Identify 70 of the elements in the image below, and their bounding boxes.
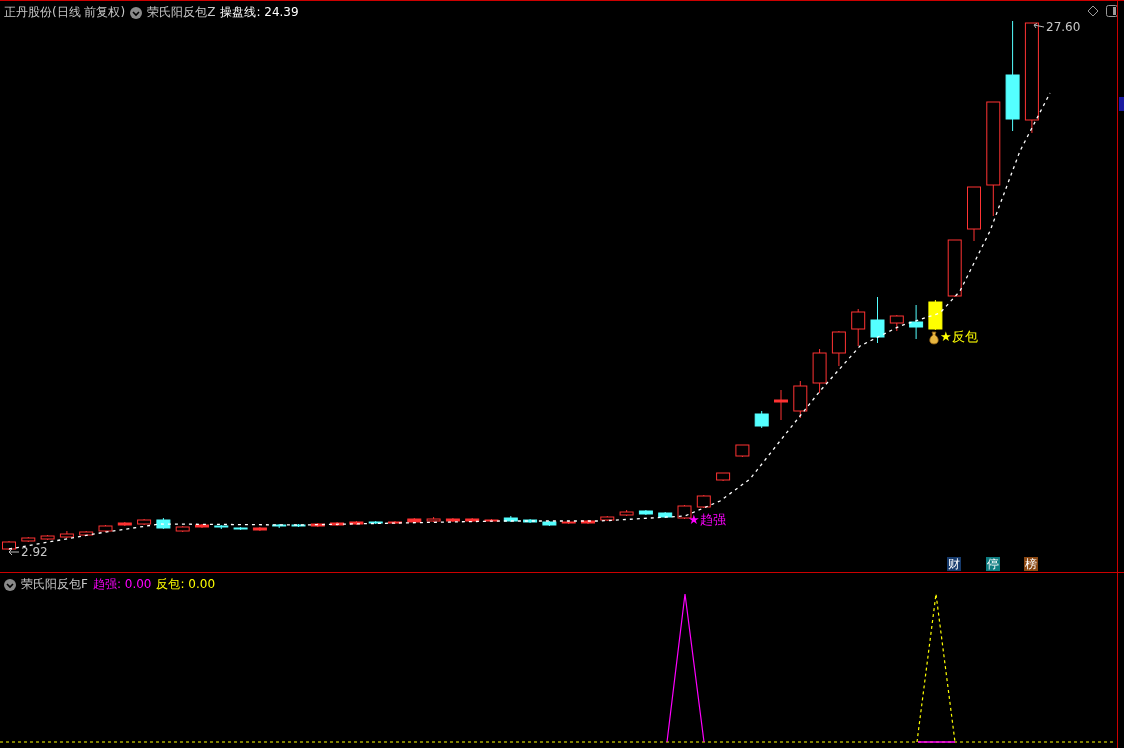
- candlestick: [21, 536, 36, 543]
- dropdown-icon[interactable]: [130, 6, 143, 19]
- candlestick: [40, 534, 55, 541]
- candlestick: [233, 526, 248, 531]
- candlestick: [542, 520, 557, 527]
- money-bag-icon: [928, 331, 940, 345]
- candlestick: [793, 380, 808, 419]
- candlestick: [600, 515, 615, 522]
- candlestick: [619, 509, 634, 517]
- candlestick: [716, 472, 731, 482]
- scale-marker: [1119, 97, 1124, 111]
- diamond-icon[interactable]: [1087, 5, 1099, 17]
- candlestick: [928, 299, 943, 331]
- low-price-label: 2.92: [21, 545, 48, 559]
- candlestick: [117, 521, 132, 527]
- high-price-label: 27.60: [1046, 20, 1081, 34]
- candlestick: [696, 494, 711, 509]
- indicator-reading: 反包: 0.00: [156, 576, 216, 593]
- candlestick: [79, 530, 94, 537]
- candlestick: [638, 509, 653, 516]
- candlestick: [98, 524, 113, 533]
- candlestick: [831, 330, 846, 367]
- stock-title: 正丹股份(日线 前复权): [4, 4, 126, 21]
- candlestick: [445, 517, 460, 523]
- indicator-reading: 趋强: 0.00: [92, 576, 152, 593]
- candlestick: [523, 518, 538, 524]
- candlestick: [658, 511, 673, 519]
- candlestick: [349, 520, 364, 526]
- candlestick: [774, 389, 788, 421]
- candlestick: [291, 523, 306, 528]
- candlestick: [947, 239, 962, 298]
- candlestick: [561, 520, 576, 525]
- candlestick: [754, 410, 769, 429]
- candlestick: [310, 522, 325, 528]
- candlestick: [195, 523, 209, 529]
- candlestick: [503, 515, 518, 523]
- candlestick: [851, 308, 866, 347]
- candlestick: [870, 296, 885, 344]
- candlestick: [812, 348, 827, 394]
- candlestick: [156, 517, 171, 530]
- indicator-name: 荣氏阳反包Z: [147, 4, 216, 21]
- candlestick: [407, 517, 422, 524]
- candlestick: [967, 186, 981, 242]
- candlestick: [252, 526, 267, 532]
- candlestick: [59, 530, 74, 539]
- panel-toggle-icon[interactable]: [1106, 5, 1118, 17]
- indicator-reading: 操盘线: 24.39: [220, 4, 299, 21]
- candlestick: [465, 517, 480, 523]
- candlestick: [426, 516, 441, 523]
- info-badge[interactable]: 停: [986, 557, 1000, 571]
- candlestick: [484, 518, 499, 523]
- candlestick: [137, 518, 152, 526]
- candlestick: [175, 525, 190, 533]
- candlestick: [368, 520, 383, 525]
- candlestick: [388, 520, 402, 525]
- info-badge[interactable]: 财: [947, 557, 961, 571]
- candlestick: [909, 304, 924, 340]
- candlestick: [735, 444, 750, 458]
- signal-label: ★趋强: [688, 511, 726, 529]
- dropdown-icon[interactable]: [4, 578, 16, 591]
- candlestick: [889, 314, 904, 332]
- indicator-name: 荣氏阳反包F: [21, 576, 88, 593]
- candlestick: [581, 519, 595, 525]
- signal-label: ★反包: [940, 328, 978, 346]
- candlestick: [272, 523, 287, 529]
- candlestick: [330, 521, 345, 527]
- candlestick: [214, 524, 229, 530]
- arrow-icon: [1033, 23, 1045, 31]
- info-badge[interactable]: 榜: [1024, 557, 1038, 571]
- arrow-icon: [8, 548, 20, 556]
